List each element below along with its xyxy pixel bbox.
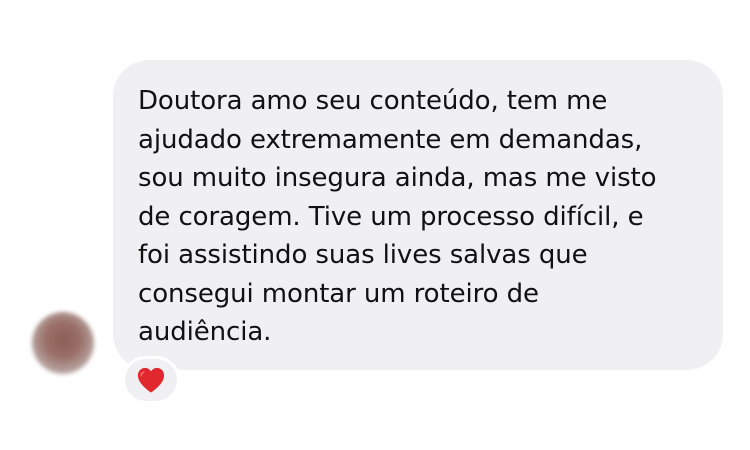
- reaction-badge[interactable]: [122, 356, 180, 404]
- chat-screen: Doutora amo seu conteúdo, tem me ajudado…: [0, 0, 750, 450]
- message-bubble[interactable]: Doutora amo seu conteúdo, tem me ajudado…: [113, 60, 723, 370]
- message-text: Doutora amo seu conteúdo, tem me ajudado…: [138, 86, 657, 347]
- heart-icon: [137, 367, 165, 393]
- avatar[interactable]: [32, 312, 94, 374]
